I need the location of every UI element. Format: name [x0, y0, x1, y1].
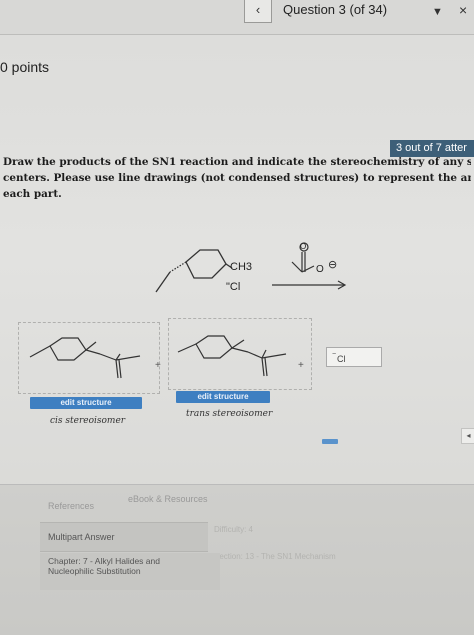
- cl-label: "Cl: [226, 281, 240, 293]
- collapse-handle[interactable]: [322, 439, 338, 444]
- plus-sign-2: +: [298, 360, 304, 371]
- chapter-label: Chapter: 7 - Alkyl Halides and Nucleophi…: [40, 553, 220, 590]
- cis-stereoisomer-label: cis stereoisomer: [50, 416, 126, 426]
- edit-structure-trans-button[interactable]: edit structure: [176, 391, 270, 403]
- starting-material-structure: [155, 249, 233, 293]
- chapter-line-1: Chapter: 7 - Alkyl Halides and: [48, 556, 160, 566]
- difficulty-label: Difficulty: 4: [214, 525, 253, 534]
- alkoxide-o-label: O: [316, 264, 324, 275]
- edit-structure-cis-button[interactable]: edit structure: [30, 397, 142, 409]
- chloride-label: Cl −: [332, 351, 346, 364]
- trans-answer-area[interactable]: [168, 318, 312, 390]
- ebook-resources-link[interactable]: eBook & Resources: [128, 494, 208, 504]
- chloride-answer-box[interactable]: Cl −: [326, 347, 382, 367]
- ch3-label: CH3: [230, 261, 252, 273]
- cis-answer-area[interactable]: [18, 322, 160, 394]
- scroll-tab-icon[interactable]: ◂: [461, 428, 474, 444]
- references-link[interactable]: References: [48, 501, 94, 511]
- carbonyl-o-label: O: [300, 242, 306, 251]
- chapter-line-2: Nucleophilic Substitution: [48, 566, 141, 576]
- plus-sign-1: +: [155, 360, 161, 371]
- section-label: Section: 13 - The SN1 Mechanism: [214, 552, 336, 561]
- reaction-arrow: [272, 280, 347, 290]
- trans-stereoisomer-label: trans stereoisomer: [186, 409, 273, 419]
- negative-charge-icon: ⊖: [328, 258, 337, 271]
- multipart-answer-row: Multipart Answer: [40, 522, 208, 552]
